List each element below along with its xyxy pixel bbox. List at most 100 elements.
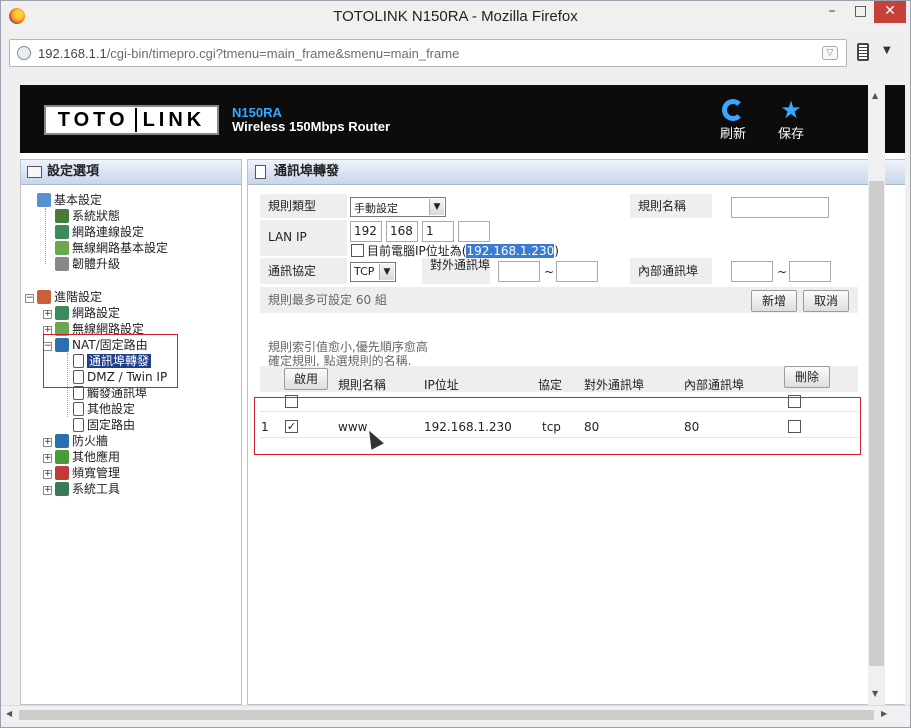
page-icon [255, 165, 266, 179]
current-ip-value: 192.168.1.230 [466, 244, 555, 258]
col-external-port: 對外通訊埠 [584, 378, 645, 392]
globe-icon [17, 46, 31, 60]
title-bar: TOTOLINK N150RA - Mozilla Firefox – □ ✕ [1, 1, 910, 33]
scroll-left-icon[interactable]: ◀ [6, 709, 12, 718]
rule-name-input[interactable] [731, 197, 829, 218]
sidebar-item-label: 系統工具 [72, 482, 121, 496]
chevron-down-icon: ▼ [429, 199, 444, 215]
expand-icon[interactable]: + [43, 454, 52, 463]
sidebar-item-firmware[interactable]: 韌體升級 [55, 256, 120, 272]
page-title: 通訊埠轉發 [274, 164, 340, 179]
cancel-button[interactable]: 取消 [803, 290, 849, 312]
sidebar-item-status[interactable]: 系統狀態 [55, 208, 120, 224]
sidebar-item-advanced[interactable]: − 進階設定 [25, 289, 102, 305]
url-path: /cgi-bin/timepro.cgi?tmenu=main_frame&sm… [106, 46, 460, 61]
sidebar-item-firewall[interactable]: + 防火牆 [43, 433, 108, 449]
status-icon [55, 209, 69, 223]
sidebar-item-net-settings[interactable]: + 網路設定 [43, 305, 120, 321]
protocol-label: 通訊協定 [260, 258, 347, 284]
scroll-right-icon[interactable]: ▶ [881, 709, 887, 718]
bandwidth-icon [55, 466, 69, 480]
internal-port-label: 內部通訊埠 [630, 258, 712, 284]
rule-type-select[interactable]: 手動設定 ▼ [350, 197, 446, 217]
horizontal-scrollbar[interactable]: ◀ ▶ [1, 705, 910, 723]
sidebar-item-bandwidth[interactable]: + 頻寬管理 [43, 465, 120, 481]
apps-icon [55, 450, 69, 464]
col-internal-port: 內部通訊埠 [684, 378, 745, 392]
tools-icon [55, 482, 69, 496]
current-ip-text: 目前電腦IP位址為( [367, 244, 467, 258]
minimize-button[interactable]: – [817, 1, 847, 23]
chevron-down-icon: ▼ [379, 264, 394, 280]
sidebar-item-wireless-basic[interactable]: 無線網路基本設定 [55, 240, 168, 256]
network-icon [55, 225, 69, 239]
rule-type-value: 手動設定 [354, 202, 398, 215]
sidebar-item-system-tools[interactable]: + 系統工具 [43, 481, 120, 497]
delete-button[interactable]: 刪除 [784, 366, 830, 388]
sidebar-item-basic[interactable]: 基本設定 [37, 192, 102, 208]
lan-ip-octet-4[interactable] [458, 221, 490, 242]
basic-settings-icon [37, 193, 51, 207]
sidebar-item-other-settings[interactable]: 其他設定 [73, 401, 135, 417]
window-title: TOTOLINK N150RA - Mozilla Firefox [333, 8, 578, 25]
lan-ip-octet-1[interactable]: 192 [350, 221, 382, 242]
maximize-button[interactable]: □ [847, 1, 874, 23]
lan-ip-octet-3[interactable]: 1 [422, 221, 454, 242]
sidebar-item-label: 韌體升級 [72, 257, 121, 271]
sidebar-item-label: 系統狀態 [72, 209, 121, 223]
internal-port-end[interactable] [789, 261, 831, 282]
close-button[interactable]: ✕ [874, 1, 906, 23]
sidebar-item-label: 無線網路基本設定 [72, 241, 169, 255]
protocol-value: TCP [354, 265, 375, 278]
model-subtitle: Wireless 150Mbps Router [232, 119, 391, 134]
save-button[interactable]: ★ 保存 [766, 98, 816, 142]
col-protocol: 協定 [538, 378, 563, 392]
expand-icon[interactable]: + [43, 310, 52, 319]
refresh-label: 刷新 [719, 127, 746, 142]
external-port-start[interactable] [498, 261, 540, 282]
vertical-scrollbar[interactable]: ▲ ▼ [868, 85, 885, 705]
scroll-thumb[interactable] [869, 181, 884, 666]
pocket-icon[interactable]: ▽ [822, 46, 838, 60]
scroll-thumb[interactable] [19, 710, 874, 720]
col-ip: IP位址 [424, 378, 459, 392]
rule-name-label: 規則名稱 [630, 194, 712, 218]
enable-button[interactable]: 啟用 [284, 368, 328, 390]
page-icon [73, 418, 84, 432]
model-name: N150RA [232, 105, 282, 120]
use-current-ip-checkbox[interactable] [351, 244, 364, 257]
add-button[interactable]: 新增 [751, 290, 797, 312]
external-port-end[interactable] [556, 261, 598, 282]
sidebar-item-network[interactable]: 網路連線設定 [55, 224, 144, 240]
sidebar-item-label: 頻寬管理 [72, 466, 121, 480]
sidebar-item-label: 防火牆 [72, 434, 109, 448]
sidebar-item-other-apps[interactable]: + 其他應用 [43, 449, 120, 465]
address-bar[interactable]: 192.168.1.1/cgi-bin/timepro.cgi?tmenu=ma… [9, 39, 847, 67]
lan-ip-octet-2[interactable]: 168 [386, 221, 418, 242]
internal-port-start[interactable] [731, 261, 773, 282]
expand-icon[interactable]: + [43, 438, 52, 447]
scroll-up-icon[interactable]: ▲ [872, 91, 878, 100]
highlight-box [43, 334, 178, 388]
expand-icon[interactable]: + [43, 486, 52, 495]
reader-view-icon[interactable] [857, 43, 869, 61]
main-panel: 通訊埠轉發 規則類型 手動設定 ▼ 規則名稱 LAN IP 192 168 1 目… [247, 159, 905, 705]
advanced-settings-icon [37, 290, 51, 304]
logo-right: LINK [142, 108, 206, 131]
scroll-down-icon[interactable]: ▼ [872, 689, 878, 698]
protocol-select[interactable]: TCP ▼ [350, 262, 396, 282]
refresh-button[interactable]: 刷新 [708, 99, 758, 142]
page-icon [73, 402, 84, 416]
collapse-icon[interactable]: − [25, 294, 34, 303]
url-text: 192.168.1.1/cgi-bin/timepro.cgi?tmenu=ma… [38, 46, 459, 61]
chevron-down-icon[interactable]: ▼ [883, 45, 891, 56]
rule-type-label: 規則類型 [260, 194, 347, 218]
sidebar-item-label: 其他設定 [87, 402, 136, 416]
expand-icon[interactable]: + [43, 470, 52, 479]
page-viewport: TOTO LINK N150RA Wireless 150Mbps Router … [20, 85, 905, 705]
firmware-icon [55, 257, 69, 271]
router-header: TOTO LINK N150RA Wireless 150Mbps Router … [20, 85, 905, 153]
totolink-logo: TOTO LINK [44, 105, 219, 135]
sidebar-item-static-route[interactable]: 固定路由 [73, 417, 135, 433]
highlight-box [254, 397, 861, 455]
